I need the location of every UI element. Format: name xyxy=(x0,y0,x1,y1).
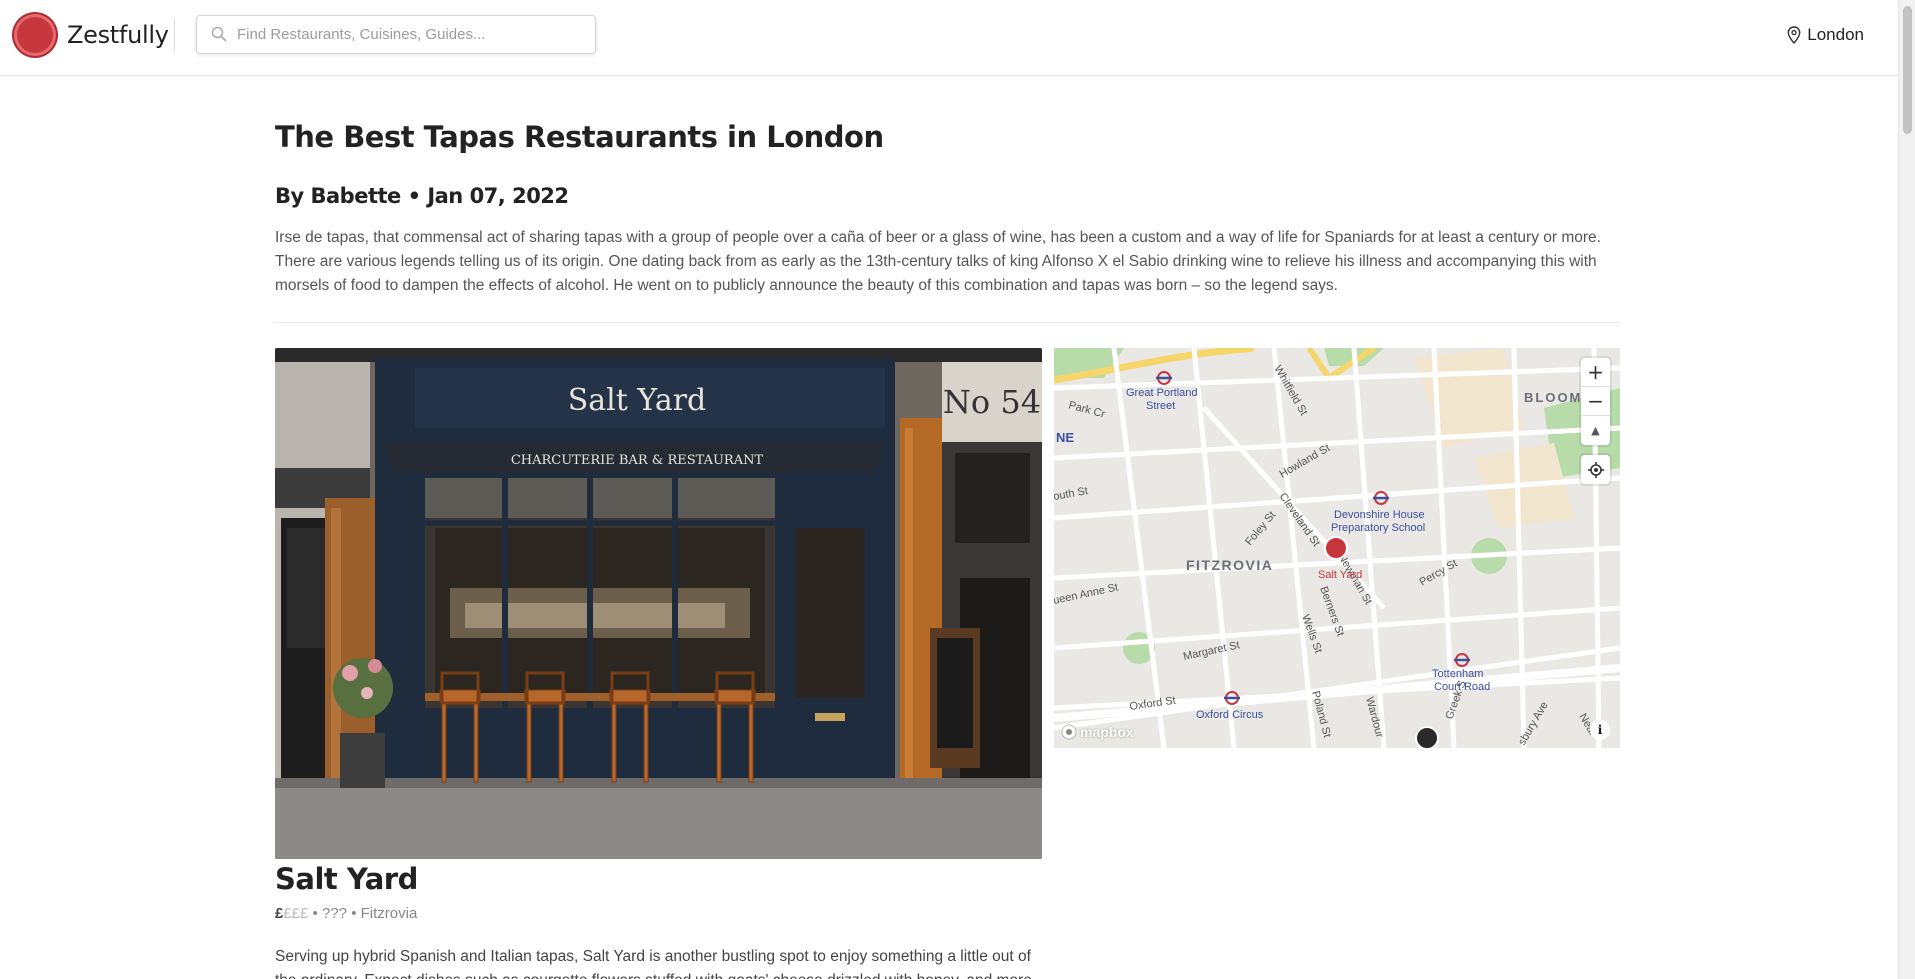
location-label: London xyxy=(1807,25,1864,44)
logo-icon xyxy=(14,14,56,56)
brand-name: Zestfully xyxy=(67,21,169,49)
section-divider xyxy=(275,322,1620,323)
mapbox-logo-text: mapbox xyxy=(1080,724,1134,740)
restaurant-description: Serving up hybrid Spanish and Italian ta… xyxy=(275,948,1036,979)
compass-icon: ▲ xyxy=(1591,424,1600,437)
mapbox-logo[interactable]: mapbox xyxy=(1061,724,1134,740)
restaurant-photo[interactable]: Salt Yard CHARCUTERIE BAR & RESTAURANT N… xyxy=(275,348,1042,859)
map-zoom-controls: + − ▲ xyxy=(1581,358,1610,445)
restaurant-facade-image: Salt Yard CHARCUTERIE BAR & RESTAURANT N… xyxy=(275,348,1042,859)
sign-text: Salt Yard xyxy=(568,383,707,418)
map-canvas[interactable]: Great Portland Street Park Cr Whitfield … xyxy=(1054,348,1620,748)
map-label: Great Portland xyxy=(1126,387,1198,399)
map-label: Street xyxy=(1146,400,1175,412)
restaurant-name[interactable]: Salt Yard xyxy=(275,862,418,896)
zoom-in-button[interactable]: + xyxy=(1581,358,1610,387)
restaurant-meta: ££££ • ??? • Fitzrovia xyxy=(275,905,417,922)
top-navbar: Zestfully London xyxy=(0,0,1898,76)
page-scrollbar[interactable] xyxy=(1898,0,1915,979)
map-label: Tottenham xyxy=(1432,668,1483,680)
article-intro: Irse de tapas, that commensal act of sha… xyxy=(275,229,1601,294)
other-restaurant-marker[interactable] xyxy=(1415,726,1439,748)
meta-separator: • xyxy=(351,905,357,922)
zoom-out-button[interactable]: − xyxy=(1581,387,1610,416)
map-label: Oxford Circus xyxy=(1196,709,1264,721)
map-label: Preparatory School xyxy=(1331,522,1425,534)
map-label: FITZROVIA xyxy=(1186,557,1273,573)
restaurant-area: Fitzrovia xyxy=(360,905,418,922)
compass-button[interactable]: ▲ xyxy=(1581,416,1610,445)
header-divider xyxy=(174,18,175,52)
search-input[interactable] xyxy=(237,16,587,53)
page-title: The Best Tapas Restaurants in London xyxy=(275,120,884,154)
marker-label: Salt Yard xyxy=(1318,569,1362,581)
map-pin-icon xyxy=(1787,26,1801,44)
article-byline: By Babette • Jan 07, 2022 xyxy=(275,184,569,208)
meta-separator: • xyxy=(312,905,318,922)
search-box[interactable] xyxy=(196,15,596,54)
restaurant-rating: ??? xyxy=(321,905,348,922)
geolocate-button[interactable] xyxy=(1581,455,1610,484)
restaurant-map[interactable]: Great Portland Street Park Cr Whitfield … xyxy=(1054,348,1620,748)
price-level-inactive: £££ xyxy=(283,905,309,922)
awning-text: CHARCUTERIE BAR & RESTAURANT xyxy=(511,453,764,468)
crosshair-icon xyxy=(1587,461,1604,478)
map-label: NE xyxy=(1056,430,1074,445)
brand-logo[interactable]: Zestfully xyxy=(14,14,169,56)
scrollbar-thumb[interactable] xyxy=(1903,6,1912,134)
search-icon xyxy=(211,26,227,42)
attribution-info-button[interactable]: i xyxy=(1590,720,1610,740)
map-label: Devonshire House xyxy=(1334,509,1425,521)
location-selector[interactable]: London xyxy=(1787,25,1864,45)
street-number-text: No 54 xyxy=(943,383,1041,421)
mapbox-icon xyxy=(1061,724,1077,740)
